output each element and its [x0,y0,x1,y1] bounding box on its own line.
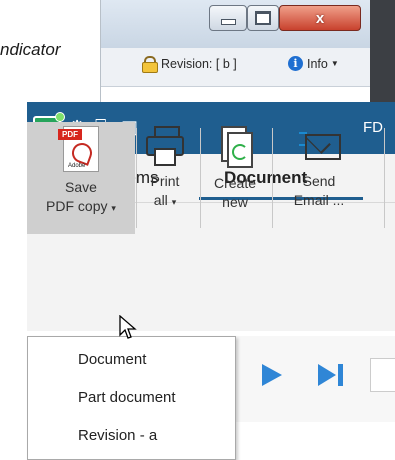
window-fragment: x Revision: [ b ] i Info ▼ [100,0,395,102]
info-icon: i [288,56,303,71]
ribbon-separator [384,128,385,228]
ribbon-separator [272,128,273,228]
page-number-field[interactable] [370,358,395,392]
chevron-down-icon: ▼ [330,59,339,68]
save-label-line2: PDF copy [46,198,108,214]
minimize-icon [220,19,236,25]
close-icon: x [315,9,325,27]
close-button[interactable]: x [279,5,361,31]
window-dark-border [370,0,395,102]
chevron-down-icon: ▾ [171,197,177,207]
maximize-icon [255,11,271,25]
info-menu-button[interactable]: i Info ▼ [288,56,339,71]
mouse-cursor-icon [119,315,137,339]
menu-item-document[interactable]: Document [78,351,146,368]
print-label-line1: Print [150,173,180,189]
window-content-edge [101,86,370,102]
app-title: FD [363,119,383,136]
create-label-line1: Create [213,175,257,191]
pdf-icon: PDF Adobe [58,126,99,172]
info-label: Info [307,56,328,71]
indicator-caption: ndicator [0,40,61,59]
save-pdf-dropdown-menu: Document Part document Revision - a [27,336,236,460]
revision-indicator[interactable]: Revision: [ b ] [141,56,237,73]
print-all-button[interactable]: Print all ▾ [138,120,192,232]
send-label-line1: Send [302,173,336,189]
skip-to-end-icon[interactable] [318,364,336,386]
ribbon-separator [200,128,201,228]
ribbon-separator [136,128,137,228]
menu-item-part-document[interactable]: Part document [78,389,176,406]
minimize-button[interactable] [209,5,247,31]
email-icon [299,126,341,166]
play-icon[interactable] [262,364,282,386]
printer-icon [146,126,184,166]
chevron-down-icon: ▾ [111,203,116,213]
maximize-button[interactable] [247,5,279,31]
lock-icon [141,56,158,73]
send-email-button[interactable]: Send Email ... [280,120,358,232]
print-label-line2: all [153,192,168,208]
skip-to-end-bar [338,364,343,386]
save-pdf-copy-button[interactable]: PDF Adobe Save PDF copy ▾ [27,122,135,234]
save-label-line1: Save [65,179,97,195]
send-label-line2: Email ... [293,192,345,208]
menu-item-revision-a[interactable]: Revision - a [78,427,157,444]
create-new-button[interactable]: Create new [204,120,266,232]
revision-label: Revision: [ b ] [161,56,237,71]
new-document-icon [217,126,253,168]
create-label-line2: new [222,194,248,210]
